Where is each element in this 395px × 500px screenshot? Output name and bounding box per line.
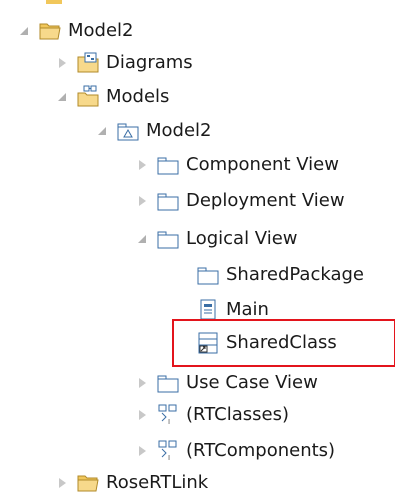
expand-twisty[interactable] <box>56 90 70 104</box>
tree-item-model2[interactable]: Model2 <box>96 114 212 148</box>
tree-item-use-case-view[interactable]: Use Case View <box>136 366 318 400</box>
expand-twisty[interactable] <box>136 408 150 422</box>
tree-item-label: Models <box>106 86 170 107</box>
tree-item-deployment-view[interactable]: Deployment View <box>136 184 345 218</box>
tree-item-label: (RTClasses) <box>186 404 289 425</box>
tree-item-label: Deployment View <box>186 190 345 211</box>
models-folder-icon <box>76 85 100 109</box>
package-icon <box>196 263 220 287</box>
expand-twisty[interactable] <box>56 56 70 70</box>
expand-twisty[interactable] <box>136 194 150 208</box>
tree-item-label: Main <box>226 299 269 320</box>
tree-item-rose-rt-link[interactable]: RoseRTLink <box>56 466 208 500</box>
package-icon <box>156 227 180 251</box>
svg-text:I: I <box>168 418 170 426</box>
expand-twisty[interactable] <box>18 24 32 38</box>
expand-twisty[interactable] <box>136 158 150 172</box>
tree-item-rt-classes[interactable]: I (RTClasses) <box>136 398 289 432</box>
expand-twisty[interactable] <box>96 124 110 138</box>
tree-item-label: Model2 <box>68 20 134 41</box>
open-folder-icon <box>38 19 62 43</box>
rt-components-icon: I <box>156 439 180 463</box>
tree-item-diagrams[interactable]: Diagrams <box>56 46 193 80</box>
tree-item-rt-components[interactable]: I (RTComponents) <box>136 434 335 468</box>
package-icon <box>156 153 180 177</box>
open-folder-icon <box>76 471 100 495</box>
rt-classes-icon: I <box>156 403 180 427</box>
tree-item-label: Logical View <box>186 228 298 249</box>
tree-item-label: Component View <box>186 154 339 175</box>
package-icon <box>156 189 180 213</box>
tree-item-component-view[interactable]: Component View <box>136 148 339 182</box>
package-icon <box>156 371 180 395</box>
diagrams-folder-icon <box>76 51 100 75</box>
expand-twisty[interactable] <box>136 376 150 390</box>
tree-item-label: RoseRTLink <box>106 472 209 493</box>
tree-item-label: Diagrams <box>106 52 193 73</box>
model-package-icon <box>116 119 140 143</box>
svg-text:I: I <box>168 454 170 462</box>
highlight-rectangle <box>172 319 395 367</box>
tree-item-label: SharedPackage <box>226 264 364 285</box>
expand-twisty[interactable] <box>56 476 70 490</box>
tree-item-label: Use Case View <box>186 372 318 393</box>
tree-item-label: Model2 <box>146 120 212 141</box>
tree-item-model2-root[interactable]: Model2 <box>18 14 134 48</box>
expand-twisty[interactable] <box>136 232 150 246</box>
tree-item-models[interactable]: Models <box>56 80 169 114</box>
tree-item-logical-view[interactable]: Logical View <box>136 222 298 256</box>
expand-twisty[interactable] <box>136 444 150 458</box>
tree-top-fragment <box>46 0 62 4</box>
tree-item-shared-package[interactable]: SharedPackage <box>176 258 364 292</box>
tree-item-label: (RTComponents) <box>186 440 336 461</box>
